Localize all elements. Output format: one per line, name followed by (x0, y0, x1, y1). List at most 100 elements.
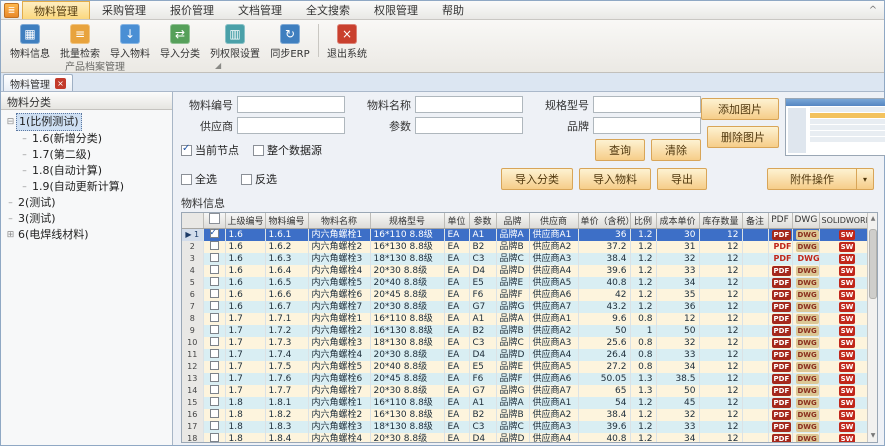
sw-attachment-icon[interactable]: SW (839, 290, 856, 300)
row-checkbox[interactable] (210, 289, 219, 298)
table-row[interactable]: 81.71.7.1内六角螺栓116*110 8.8级EAA1品牌A供应商A19.… (182, 313, 867, 325)
row-checkbox[interactable] (210, 385, 219, 394)
导入分类-button[interactable]: 导入分类 (501, 168, 573, 190)
全选-checkbox[interactable] (181, 174, 192, 185)
dwg-attachment-icon[interactable]: DWG (796, 386, 819, 396)
pdf-attachment-icon[interactable]: PDF (772, 302, 792, 312)
table-row[interactable]: 111.71.7.4内六角螺栓420*30 8.8级EAD4品牌D供应商A426… (182, 349, 867, 361)
check-当前节点[interactable]: 当前节点 (181, 142, 239, 158)
menu-文档管理[interactable]: 文档管理 (226, 1, 294, 19)
pdf-attachment-icon[interactable]: PDF (772, 326, 792, 336)
row-checkbox[interactable] (210, 325, 219, 334)
row-checkbox[interactable] (210, 361, 219, 370)
table-row[interactable]: 151.81.8.1内六角螺栓116*110 8.8级EAA1品牌A供应商A15… (182, 397, 867, 409)
row-checkbox[interactable] (210, 349, 219, 358)
sw-attachment-icon[interactable]: SW (839, 242, 856, 252)
pdf-attachment-icon[interactable]: PDF (772, 410, 792, 420)
table-row[interactable]: 141.71.7.7内六角螺栓720*30 8.8级EAG7品牌G供应商A765… (182, 385, 867, 397)
col-规格型号[interactable]: 规格型号 (370, 213, 444, 228)
toolbar-列权限设置-button[interactable]: ▥列权限设置 (205, 22, 265, 62)
row-checkbox[interactable] (210, 265, 219, 274)
tree-node-1.8(自动计算)[interactable]: –1.8(自动计算) (3, 163, 170, 179)
row-select-cell[interactable] (203, 385, 225, 397)
sw-attachment-icon[interactable]: SW (839, 326, 856, 336)
dwg-attachment-icon[interactable]: DWG (796, 326, 819, 336)
dwg-attachment-icon[interactable]: DWG (796, 398, 819, 408)
sw-attachment-icon[interactable]: SW (839, 410, 856, 420)
row-checkbox[interactable] (210, 277, 219, 286)
collapse-icon[interactable]: ⊟ (5, 114, 16, 130)
menu-报价管理[interactable]: 报价管理 (158, 1, 226, 19)
sw-attachment-icon[interactable]: SW (839, 374, 856, 384)
row-checkbox[interactable] (210, 229, 219, 238)
dwg-attachment-icon[interactable]: DWG (796, 350, 819, 360)
menu-采购管理[interactable]: 采购管理 (90, 1, 158, 19)
col-上级编号[interactable]: 上级编号 (225, 213, 265, 228)
row-select-cell[interactable] (203, 289, 225, 301)
row-select-cell[interactable] (203, 253, 225, 265)
row-select-cell[interactable] (203, 313, 225, 325)
scroll-down-icon[interactable]: ▼ (868, 431, 878, 441)
row-checkbox[interactable] (210, 409, 219, 418)
pdf-attachment-icon[interactable]: PDF (772, 434, 792, 443)
toolbar-退出系统-button[interactable]: ×退出系统 (322, 22, 372, 62)
pdf-attachment-icon[interactable]: PDF (772, 386, 792, 396)
row-checkbox[interactable] (210, 313, 219, 322)
规格型号-input[interactable] (593, 96, 701, 113)
tab-material-management[interactable]: 物料管理 × (3, 74, 73, 91)
sw-attachment-icon[interactable]: SW (839, 278, 856, 288)
tree-node-1.7(第二级)[interactable]: –1.7(第二级) (3, 147, 170, 163)
sw-attachment-icon[interactable]: SW (839, 350, 856, 360)
ribbon-collapse-icon[interactable]: ^ (862, 1, 884, 19)
dwg-attachment-icon[interactable]: DWG (796, 230, 819, 240)
check-反选[interactable]: 反选 (241, 171, 277, 187)
table-row[interactable]: 161.81.8.2内六角螺栓216*130 8.8级EAB2品牌B供应商A23… (182, 409, 867, 421)
供应商-input[interactable] (237, 117, 345, 134)
整个数据源-checkbox[interactable] (253, 145, 264, 156)
table-row[interactable]: 101.71.7.3内六角螺栓318*130 8.8级EAC3品牌C供应商A32… (182, 337, 867, 349)
expand-icon[interactable]: ⊞ (5, 227, 16, 243)
row-select-cell[interactable] (203, 373, 225, 385)
查询-button[interactable]: 查询 (595, 139, 645, 161)
attachment-dropdown-icon[interactable]: ▾ (857, 168, 874, 190)
sw-attachment-icon[interactable]: SW (839, 302, 856, 312)
row-checkbox[interactable] (210, 337, 219, 346)
row-checkbox[interactable] (210, 253, 219, 262)
品牌-input[interactable] (593, 117, 701, 134)
tree-node-1.6(新增分类)[interactable]: –1.6(新增分类) (3, 131, 170, 147)
sw-attachment-icon[interactable]: SW (839, 434, 856, 443)
row-checkbox[interactable] (210, 397, 219, 406)
dwg-attachment-icon[interactable]: DWG (796, 278, 819, 288)
select-all-header[interactable] (203, 213, 225, 228)
pdf-attachment-icon[interactable]: PDF (772, 278, 792, 288)
sw-attachment-icon[interactable]: SW (839, 254, 856, 264)
menu-全文搜索[interactable]: 全文搜索 (294, 1, 362, 19)
dwg-attachment-icon[interactable]: DWG (796, 374, 819, 384)
check-全选[interactable]: 全选 (181, 171, 217, 187)
toolbar-导入分类-button[interactable]: ⇄导入分类 (155, 22, 205, 62)
tree-node-1(比例测试)[interactable]: ⊟1(比例测试) (3, 113, 170, 131)
scroll-up-icon[interactable]: ▲ (868, 214, 878, 224)
remove-image-button[interactable]: 删除图片 (707, 126, 779, 148)
row-checkbox[interactable] (210, 241, 219, 250)
row-select-cell[interactable] (203, 397, 225, 409)
tree-node-3(测试)[interactable]: –3(测试) (3, 211, 170, 227)
当前节点-checkbox[interactable] (181, 145, 192, 156)
dwg-attachment-icon[interactable]: DWG (796, 422, 819, 432)
tree-node-2(测试)[interactable]: –2(测试) (3, 195, 170, 211)
row-checkbox[interactable] (210, 433, 219, 442)
tab-close-icon[interactable]: × (55, 78, 66, 89)
menu-帮助[interactable]: 帮助 (430, 1, 476, 19)
pdf-attachment-icon[interactable]: PDF (772, 230, 792, 240)
dwg-attachment-icon[interactable]: DWG (796, 242, 819, 252)
toolbar-同步ERP-button[interactable]: ↻同步ERP (265, 22, 315, 62)
sw-attachment-icon[interactable]: SW (839, 362, 856, 372)
check-整个数据源[interactable]: 整个数据源 (253, 142, 322, 158)
row-select-cell[interactable] (203, 325, 225, 337)
dwg-attachment-icon[interactable]: DWG (796, 362, 819, 372)
toolbar-批量检索-button[interactable]: ≡批量检索 (55, 22, 105, 62)
table-row[interactable]: 21.61.6.2内六角螺栓216*130 8.8级EAB2品牌B供应商A237… (182, 241, 867, 253)
col-供应商[interactable]: 供应商 (529, 213, 578, 228)
row-select-cell[interactable] (203, 241, 225, 253)
pdf-attachment-icon[interactable]: PDF (772, 362, 792, 372)
